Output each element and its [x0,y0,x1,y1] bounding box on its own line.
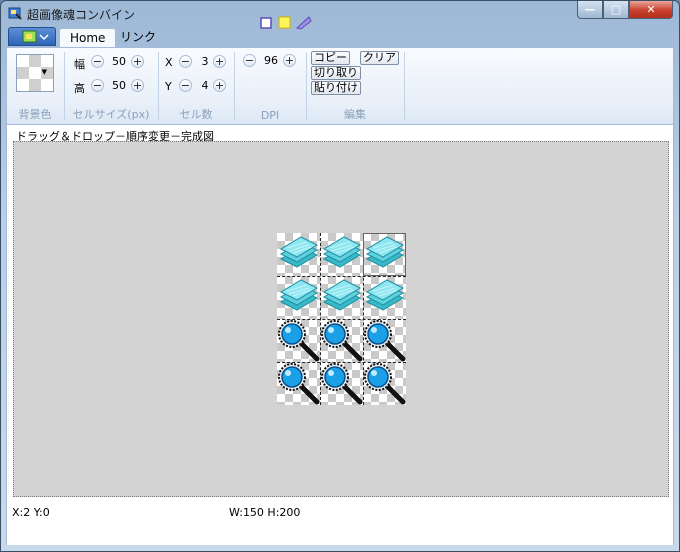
app-menu-icon [22,30,49,43]
blue-layers-icon [322,236,362,268]
group-cell-count: X − 3 + Y − 4 + セル数 [159,48,233,124]
grid-cell[interactable] [277,319,320,362]
width-value[interactable]: 50 [109,55,129,68]
y-count-label: Y [165,80,172,93]
blue-layers-icon [322,279,362,311]
height-increment-button[interactable]: + [131,79,144,92]
grid-cell[interactable] [363,276,406,319]
background-color-picker[interactable]: ▼ [16,54,54,92]
height-decrement-button[interactable]: − [91,79,104,92]
grid-cell[interactable] [320,362,363,405]
app-icon [8,7,22,20]
group-divider [404,52,405,120]
width-increment-button[interactable]: + [131,55,144,68]
blue-layers-icon [365,279,405,311]
group-label-background: 背景色 [18,108,52,121]
height-value[interactable]: 50 [109,79,129,92]
dpi-decrement-button[interactable]: − [243,54,256,67]
group-cell-size: 幅 − 50 + 高 − 50 + セルサイズ(px) [65,48,157,124]
cut-button[interactable]: 切り取り [311,66,361,80]
minimize-button[interactable]: — [577,1,603,19]
tab-home[interactable]: Home [59,28,117,47]
copy-button[interactable]: コピー [311,51,350,65]
clear-button[interactable]: クリア [360,51,399,65]
x-count-label: X [165,56,173,69]
group-label-cell-size: セルサイズ(px) [72,108,150,121]
group-edit: コピー クリア 切り取り 貼り付け 編集 [307,48,403,124]
chevron-down-icon: ▼ [41,68,47,76]
group-label-dpi: DPI [260,109,280,122]
image-size: W:150 H:200 [229,506,301,519]
magnifier-icon [278,363,320,405]
image-grid[interactable] [277,233,406,405]
height-label: 高 [74,82,85,95]
grid-divider [277,276,406,277]
group-background-color: ▼ 背景色 [7,48,63,124]
grid-cell[interactable] [320,319,363,362]
magnifier-icon [321,320,363,362]
dpi-value[interactable]: 96 [261,54,281,67]
grid-divider [277,319,406,320]
ribbon-tab-bar: Home リンク [6,27,674,47]
magnifier-icon [364,320,406,362]
drop-canvas[interactable] [13,141,669,497]
x-count-value[interactable]: 3 [195,55,215,68]
grid-cell[interactable] [320,233,363,276]
grid-cell[interactable] [277,233,320,276]
y-decrement-button[interactable]: − [179,79,192,92]
grid-cell[interactable] [363,319,406,362]
grid-cell[interactable] [277,362,320,405]
maximize-button[interactable]: □ [603,1,629,19]
magnifier-icon [278,320,320,362]
y-increment-button[interactable]: + [213,79,226,92]
application-menu-button[interactable] [8,27,56,46]
ribbon-panel: ▼ 背景色 幅 − 50 + 高 − 50 + セルサイズ(px) X − 3 … [6,47,674,125]
paste-button[interactable]: 貼り付け [311,81,361,95]
group-label-cell-count: セル数 [179,108,213,121]
grid-cell[interactable] [320,276,363,319]
y-count-value[interactable]: 4 [195,79,215,92]
dpi-increment-button[interactable]: + [283,54,296,67]
blue-layers-icon [279,236,319,268]
width-decrement-button[interactable]: − [91,55,104,68]
grid-cell[interactable] [363,362,406,405]
group-dpi: − 96 + DPI [235,48,305,124]
selected-cell-outline [363,233,406,276]
tab-link[interactable]: リンク [110,28,166,47]
magnifier-icon [321,363,363,405]
close-button[interactable]: ✕ [629,1,673,19]
grid-divider [277,362,406,363]
x-decrement-button[interactable]: − [179,55,192,68]
magnifier-icon [364,363,406,405]
blue-layers-icon [279,279,319,311]
grid-cell[interactable] [277,276,320,319]
x-increment-button[interactable]: + [213,55,226,68]
app-window: 超画像魂コンバイン — □ ✕ Home リンク ▼ 背景色 幅 − 50 + … [0,0,680,552]
cursor-position: X:2 Y:0 [12,506,50,519]
width-label: 幅 [74,58,85,71]
main-area: ドラッグ＆ドロップ－順序変更－完成図 X:2 Y:0 W:150 H:200 [6,125,674,545]
group-label-edit: 編集 [344,108,366,121]
window-title: 超画像魂コンバイン [27,8,136,22]
title-bar: 超画像魂コンバイン — □ ✕ [1,1,679,30]
